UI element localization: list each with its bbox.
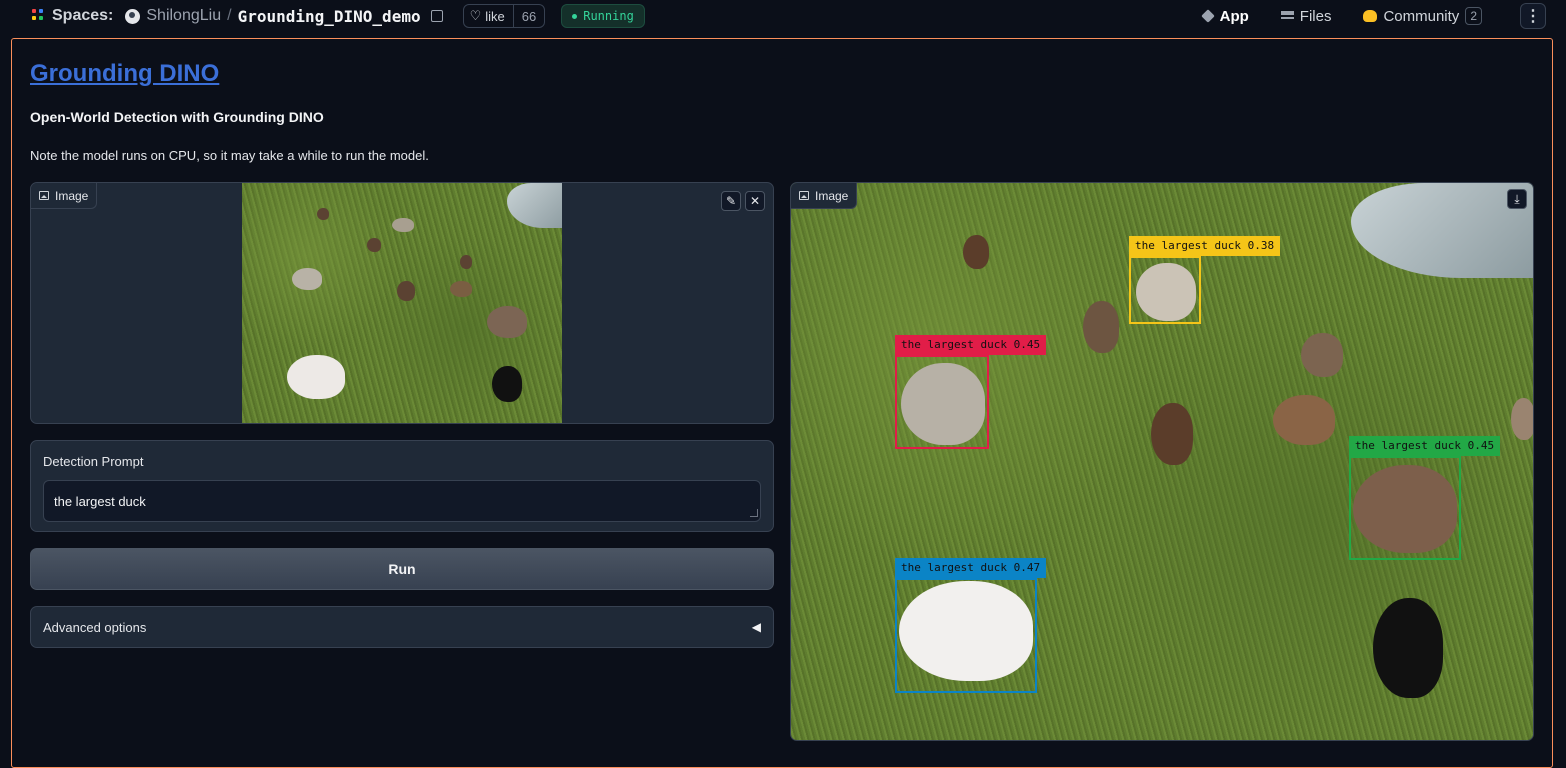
duck	[450, 281, 472, 297]
detection-box	[1129, 256, 1201, 324]
copy-icon[interactable]	[430, 10, 443, 22]
advanced-options-label: Advanced options	[43, 619, 147, 635]
detection-label: the largest duck 0.47	[895, 558, 1047, 578]
duck	[1301, 333, 1343, 377]
space-header: Spaces: ShilongLiu / Grounding_DINO_demo…	[32, 0, 645, 32]
tab-files-label: Files	[1299, 7, 1332, 25]
duck	[397, 281, 415, 301]
download-button[interactable]: ⤓	[1507, 189, 1527, 209]
page-subtitle: Open-World Detection with Grounding DINO	[30, 109, 324, 125]
duck	[1373, 598, 1443, 698]
like-label: like	[485, 8, 505, 24]
owner-link[interactable]: ShilongLiu	[146, 7, 221, 25]
input-image-label-text: Image	[55, 188, 89, 203]
water-area	[507, 183, 562, 228]
path-separator: /	[227, 7, 232, 24]
top-bar: Spaces: ShilongLiu / Grounding_DINO_demo…	[0, 0, 1566, 32]
tab-app[interactable]: App	[1186, 0, 1265, 32]
heart-icon: ♡	[469, 8, 482, 23]
detection-label: the largest duck 0.38	[1129, 236, 1281, 256]
space-nav: App Files Community 2 ⋮	[1186, 0, 1546, 32]
community-count-badge: 2	[1465, 7, 1482, 25]
tab-app-label: App	[1219, 7, 1249, 25]
status-badge: Running	[561, 4, 645, 28]
duck	[392, 218, 414, 232]
page-title-link[interactable]: Grounding DINO	[30, 60, 219, 88]
detection-prompt-input[interactable]: the largest duck	[43, 480, 761, 522]
duck	[292, 268, 322, 290]
collapse-arrow-icon: ◀	[751, 620, 761, 634]
duck	[367, 238, 381, 252]
tab-community-label: Community	[1383, 7, 1460, 25]
duck	[317, 208, 329, 220]
status-dot-icon	[572, 13, 578, 19]
spaces-link[interactable]: Spaces:	[52, 7, 113, 25]
files-icon	[1280, 10, 1294, 22]
duck	[1273, 395, 1335, 445]
output-image-panel: Image ⤓ the largest duck 0.38 the larges…	[790, 182, 1534, 741]
duck	[1511, 398, 1533, 440]
detection-box	[895, 578, 1037, 693]
duck	[487, 306, 527, 338]
input-image	[242, 183, 562, 423]
detection-box	[1349, 456, 1461, 560]
image-icon	[799, 191, 809, 200]
tab-community[interactable]: Community 2	[1347, 0, 1498, 32]
edit-image-button[interactable]: ✎	[721, 191, 741, 211]
clear-image-button[interactable]: ✕	[745, 191, 765, 211]
detection-prompt-label: Detection Prompt	[43, 454, 144, 469]
duck	[460, 255, 472, 269]
duck	[1151, 403, 1193, 465]
more-menu-button[interactable]: ⋮	[1520, 3, 1546, 29]
advanced-options-accordion[interactable]: Advanced options ◀	[30, 606, 774, 648]
duck	[1083, 301, 1119, 353]
repo-name[interactable]: Grounding_DINO_demo	[238, 7, 421, 26]
tab-files[interactable]: Files	[1265, 0, 1348, 32]
duck	[963, 235, 989, 269]
community-icon	[1363, 10, 1378, 22]
detection-label: the largest duck 0.45	[895, 335, 1047, 355]
textarea-resize-handle[interactable]	[750, 509, 758, 517]
status-text: Running	[583, 9, 634, 23]
detection-box	[895, 355, 989, 449]
spaces-logo-icon	[32, 9, 46, 23]
like-button[interactable]: ♡ like 66	[462, 4, 546, 28]
detection-prompt-panel: Detection Prompt the largest duck	[30, 440, 774, 532]
input-image-label: Image	[31, 183, 98, 209]
owner-avatar	[125, 8, 141, 24]
like-count: 66	[512, 5, 544, 27]
image-icon	[39, 191, 49, 200]
app-frame: Grounding DINO Open-World Detection with…	[11, 38, 1553, 768]
detection-label: the largest duck 0.45	[1349, 436, 1501, 456]
cube-icon	[1200, 9, 1215, 23]
output-image-label-text: Image	[815, 188, 849, 203]
input-image-panel[interactable]: Image ✎ ✕	[30, 182, 774, 424]
cpu-note: Note the model runs on CPU, so it may ta…	[30, 148, 429, 163]
duck	[492, 366, 522, 402]
run-button[interactable]: Run	[30, 548, 774, 590]
output-image-label: Image	[791, 183, 858, 209]
duck	[287, 355, 345, 399]
